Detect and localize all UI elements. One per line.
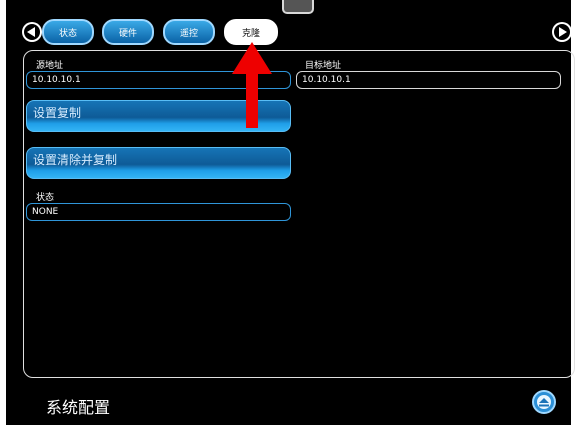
tab-clone-label: 克隆 — [241, 28, 260, 39]
set-copy-label: 设置复制 — [33, 106, 82, 120]
red-arrow-annotation — [232, 42, 272, 128]
tab-remote[interactable]: 遥控 — [163, 19, 215, 45]
source-address-value: 10.10.10.1 — [32, 75, 81, 85]
status-value: NONE — [32, 207, 59, 217]
set-clear-and-copy-button[interactable]: 设置清除并复制 — [26, 147, 291, 179]
set-clear-and-copy-label: 设置清除并复制 — [33, 153, 118, 167]
collapse-button[interactable] — [532, 390, 556, 414]
status-field[interactable]: NONE — [26, 203, 291, 221]
source-address-label: 源地址 — [36, 61, 64, 71]
target-address-label: 目标地址 — [305, 61, 342, 71]
footer-title: 系统配置 — [46, 398, 111, 417]
arrow-left-icon — [24, 24, 40, 40]
arrow-right-icon — [554, 24, 570, 40]
tab-status[interactable]: 状态 — [42, 19, 94, 45]
device-screen: 状态 硬件 遥控 克隆 源地址 10.10.10.1 目标地址 10.10.10… — [6, 0, 575, 425]
chevron-up-icon — [537, 395, 551, 409]
top-handle[interactable] — [282, 0, 314, 14]
next-page-button[interactable] — [552, 22, 572, 42]
tab-hardware[interactable]: 硬件 — [102, 19, 154, 45]
tab-remote-label: 遥控 — [179, 28, 198, 39]
status-label: 状态 — [36, 193, 55, 203]
tab-status-label: 状态 — [58, 28, 77, 39]
previous-page-button[interactable] — [22, 22, 42, 42]
target-address-input[interactable]: 10.10.10.1 — [296, 71, 561, 89]
target-address-value: 10.10.10.1 — [302, 75, 351, 85]
tab-hardware-label: 硬件 — [118, 28, 137, 39]
